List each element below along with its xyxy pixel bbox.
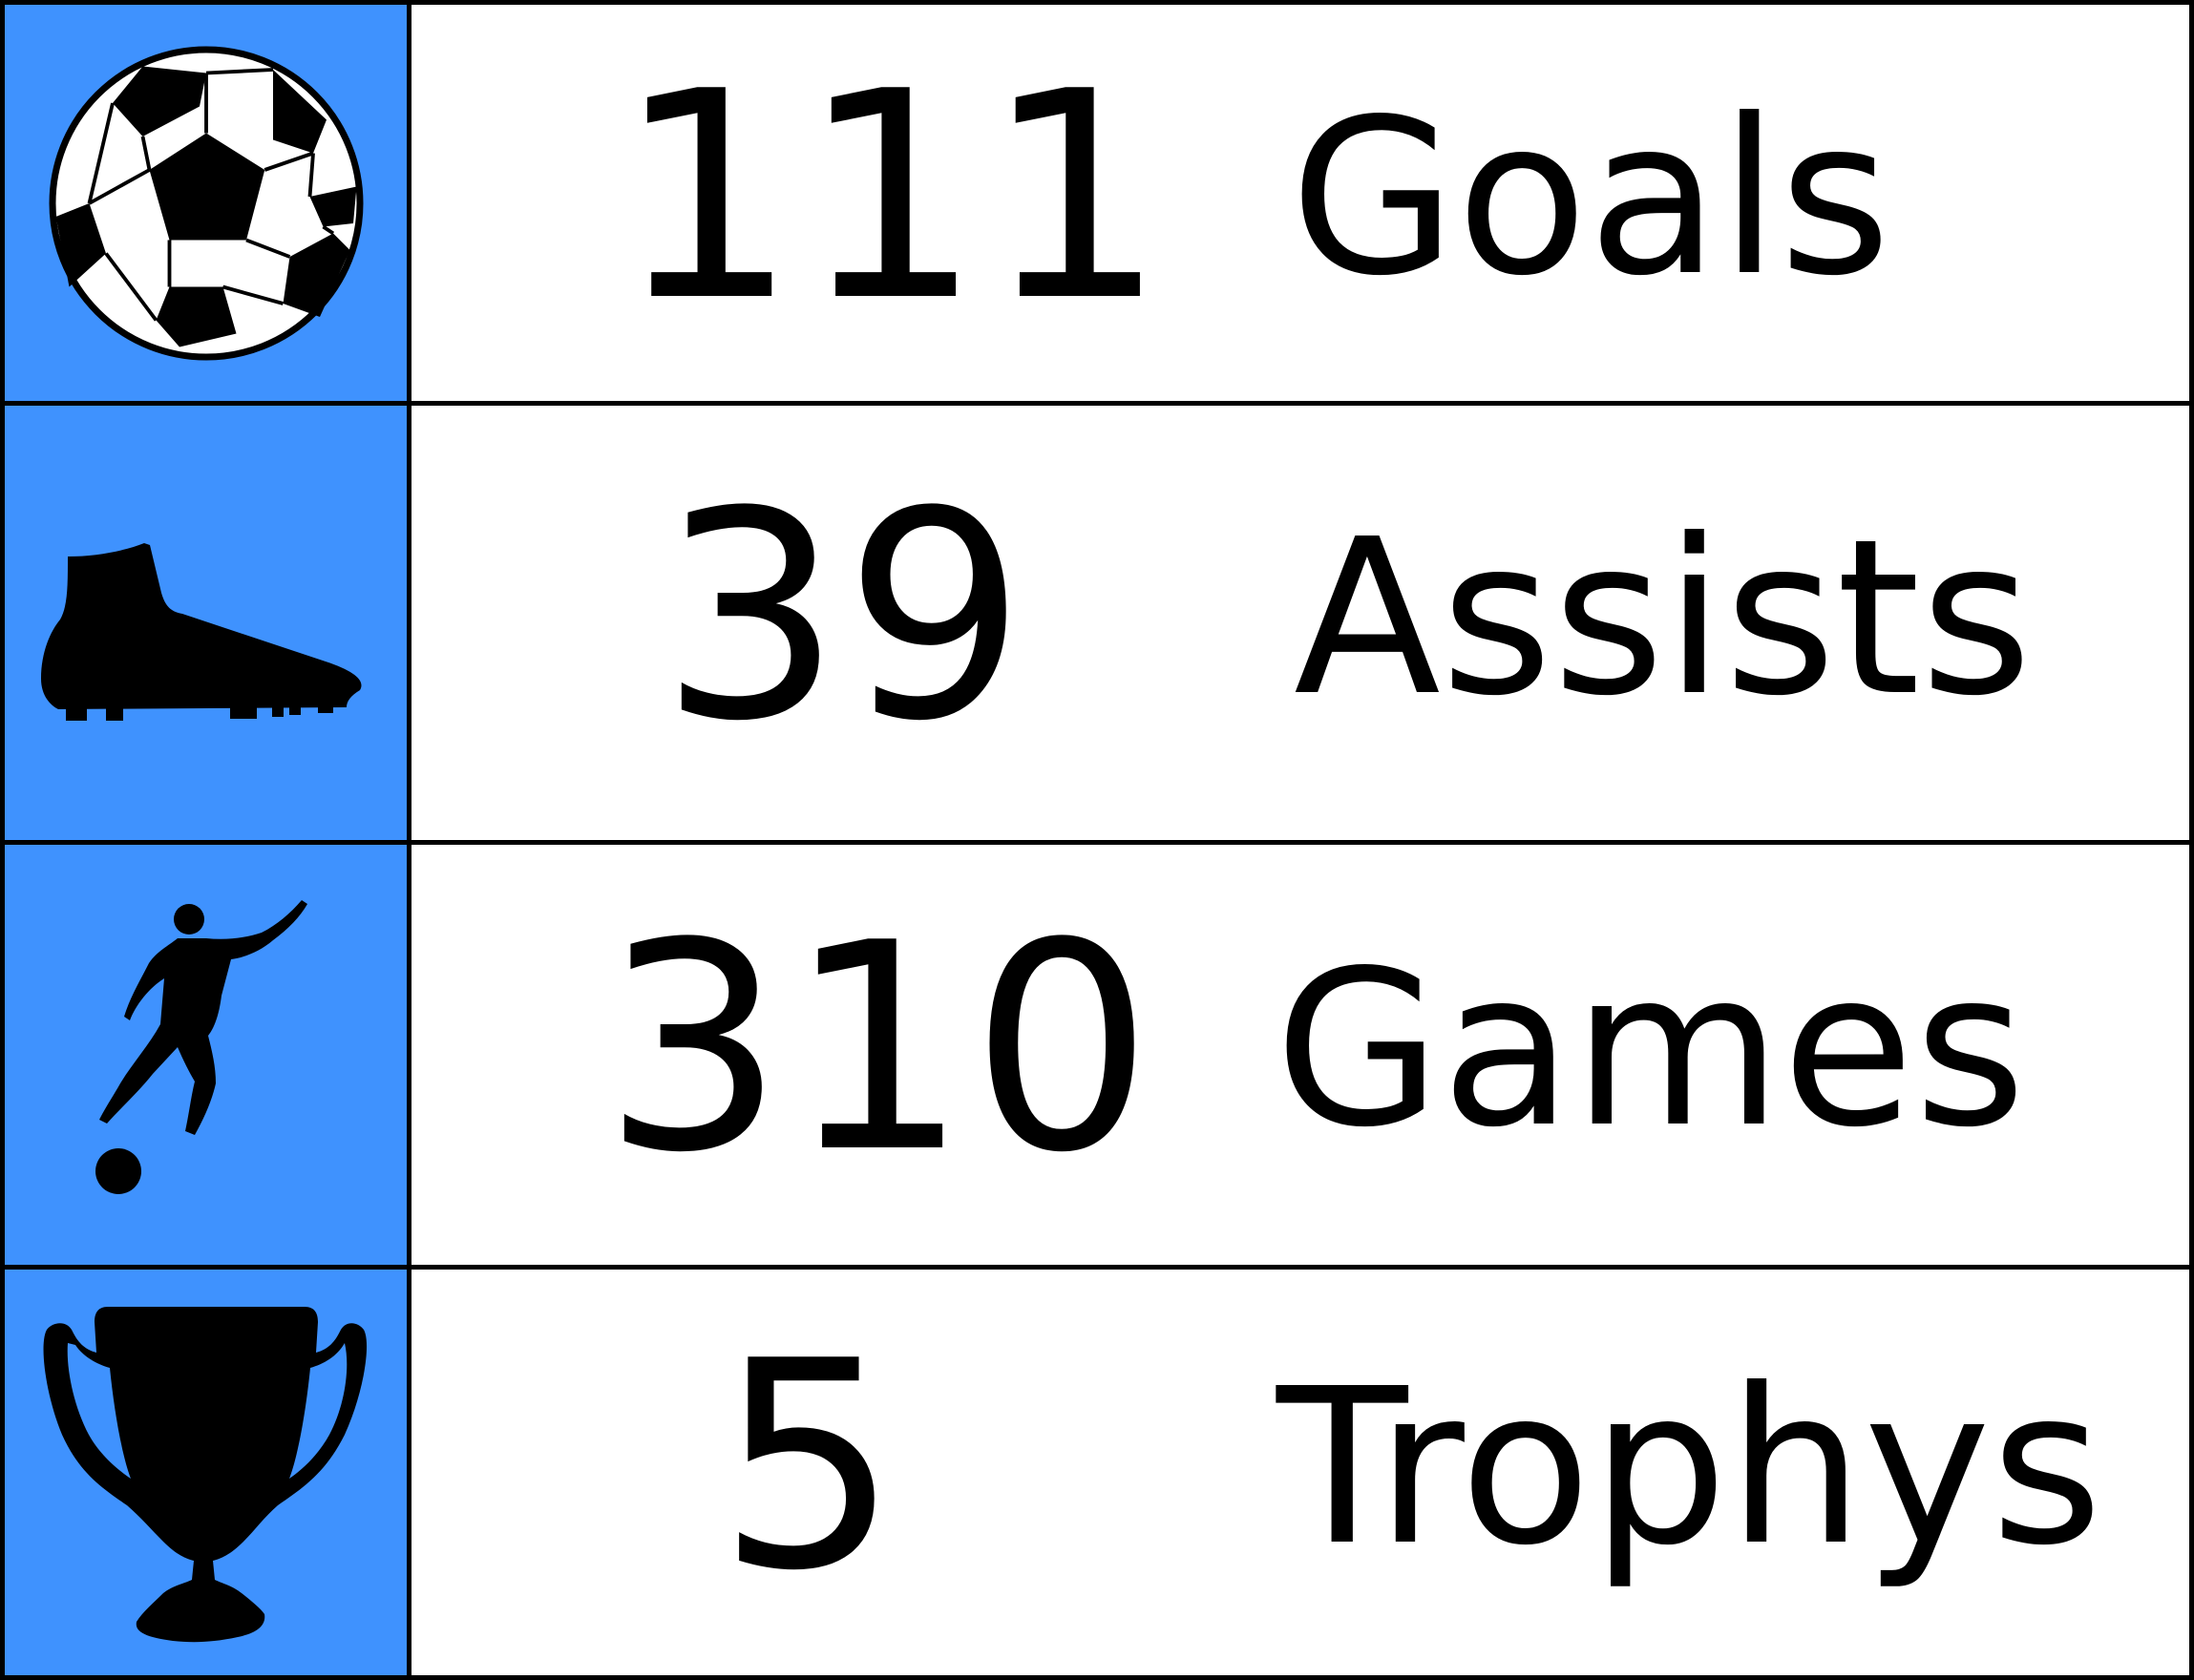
soccer-ball-icon bbox=[39, 36, 373, 370]
stat-label: Goals bbox=[1290, 73, 1891, 324]
stat-label: Assists bbox=[1294, 493, 2033, 744]
stat-value: 5 bbox=[717, 1299, 901, 1633]
stat-value: 39 bbox=[660, 450, 1028, 784]
stats-board: 111 Goals 39 Assists 310 Games 5 Trophys bbox=[0, 0, 2194, 1680]
stat-value: 310 bbox=[602, 882, 1155, 1215]
football-boot-icon bbox=[39, 518, 373, 728]
icon-cell bbox=[0, 401, 411, 845]
icon-cell bbox=[0, 840, 411, 1270]
stat-row-games: 310 Games bbox=[0, 840, 2194, 1270]
trophy-icon bbox=[39, 1301, 373, 1645]
player-kicking-icon bbox=[73, 892, 340, 1217]
stat-cell: 39 Assists bbox=[407, 401, 2194, 845]
stat-cell: 5 Trophys bbox=[407, 1265, 2194, 1680]
stat-row-goals: 111 Goals bbox=[0, 0, 2194, 406]
icon-cell bbox=[0, 1265, 411, 1680]
stat-row-assists: 39 Assists bbox=[0, 401, 2194, 845]
icon-cell bbox=[0, 0, 411, 406]
stat-label: Trophys bbox=[1276, 1342, 2103, 1593]
stat-label: Games bbox=[1275, 925, 2027, 1175]
stat-cell: 310 Games bbox=[407, 840, 2194, 1270]
stat-value: 111 bbox=[616, 30, 1169, 364]
stat-cell: 111 Goals bbox=[407, 0, 2194, 406]
stat-row-trophys: 5 Trophys bbox=[0, 1265, 2194, 1680]
